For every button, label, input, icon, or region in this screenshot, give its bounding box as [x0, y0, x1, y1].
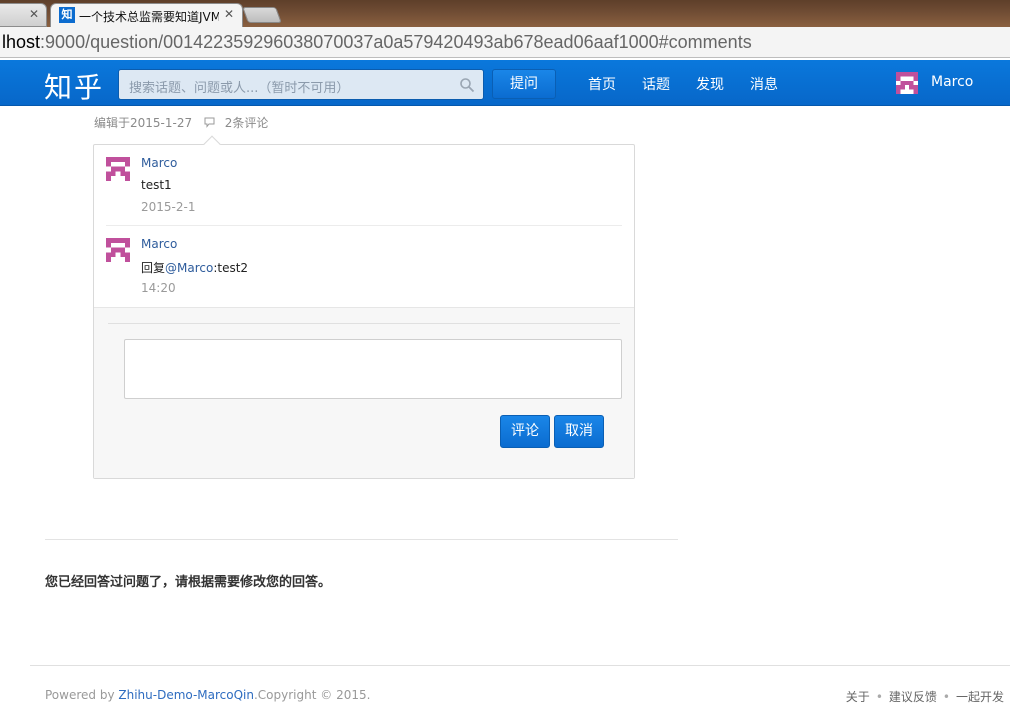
browser-tab-inactive[interactable]: ✕ [0, 3, 47, 27]
browser-tab-bar: ✕ 知 一个技术总监需要知道JVM ✕ [0, 0, 1010, 27]
footer-link-about[interactable]: 关于 [846, 690, 870, 704]
answer-meta: 编辑于2015-1-27 2条评论 [94, 114, 268, 131]
tab-title: 一个技术总监需要知道JVM [79, 10, 219, 24]
edit-date: 编辑于2015-1-27 [94, 116, 193, 130]
url-text[interactable]: lhost:9000/question/00142235929603807003… [2, 32, 752, 53]
site-logo[interactable]: 知乎 [44, 66, 104, 106]
comment-panel: Marco test1 2015-2-1 Marco 回复@Marco:test… [93, 135, 635, 479]
site-navbar: 知乎 搜索话题、问题或人...（暂时不可用） 提问 首页 话题 发现 消息 Ma… [0, 60, 1010, 106]
comment-text: 回复@Marco:test2 [141, 261, 249, 275]
comment-date: 2015-2-1 [141, 200, 196, 214]
browser-tab-active[interactable]: 知 一个技术总监需要知道JVM ✕ [50, 3, 243, 27]
powered-by-link[interactable]: Zhihu-Demo-MarcoQin [118, 688, 254, 702]
footer-credits: Powered by Zhihu-Demo-MarcoQin.Copyright… [45, 688, 371, 702]
comment-author[interactable]: Marco [141, 156, 177, 170]
comment-input[interactable] [124, 339, 622, 399]
comment-date: 14:20 [141, 281, 176, 295]
footer-link-feedback[interactable]: 建议反馈 [889, 690, 937, 704]
nav-link-explore[interactable]: 发现 [696, 74, 724, 94]
search-icon[interactable] [459, 77, 475, 93]
composer-divider [108, 323, 620, 324]
footer-link-contribute[interactable]: 一起开发 [956, 690, 1004, 704]
search-box[interactable]: 搜索话题、问题或人...（暂时不可用） [118, 69, 484, 100]
ask-question-button[interactable]: 提问 [492, 69, 556, 99]
zhihu-favicon-icon: 知 [59, 7, 75, 23]
nav-link-topics[interactable]: 话题 [642, 74, 670, 94]
cancel-comment-button[interactable]: 取消 [554, 415, 604, 448]
close-tab-icon[interactable]: ✕ [224, 7, 234, 21]
user-name: Marco [931, 74, 974, 90]
user-avatar-icon [896, 72, 918, 94]
submit-comment-button[interactable]: 评论 [500, 415, 550, 448]
comment-icon[interactable] [204, 117, 215, 128]
address-bar[interactable]: lhost:9000/question/00142235929603807003… [0, 27, 1010, 58]
footer-divider [30, 665, 1010, 666]
comment-divider [106, 225, 622, 226]
already-answered-notice: 您已经回答过问题了，请根据需要修改您的回答。 [45, 575, 332, 590]
commenter-avatar-icon[interactable] [106, 157, 130, 181]
close-tab-icon[interactable]: ✕ [29, 7, 39, 21]
nav-link-messages[interactable]: 消息 [750, 74, 778, 94]
comment-composer: 评论 取消 [94, 307, 634, 478]
panel-caret [203, 135, 221, 153]
mention-link[interactable]: @Marco [165, 261, 213, 275]
comment-text: test1 [141, 178, 172, 192]
search-placeholder: 搜索话题、问题或人...（暂时不可用） [129, 81, 350, 96]
footer-links: 关于 • 建议反馈 • 一起开发 [845, 690, 1004, 704]
comment-author[interactable]: Marco [141, 237, 177, 251]
comment-count-link[interactable]: 2条评论 [225, 116, 269, 130]
nav-link-home[interactable]: 首页 [588, 74, 616, 94]
commenter-avatar-icon[interactable] [106, 238, 130, 262]
section-divider [45, 539, 678, 540]
new-tab-button[interactable] [242, 7, 282, 23]
